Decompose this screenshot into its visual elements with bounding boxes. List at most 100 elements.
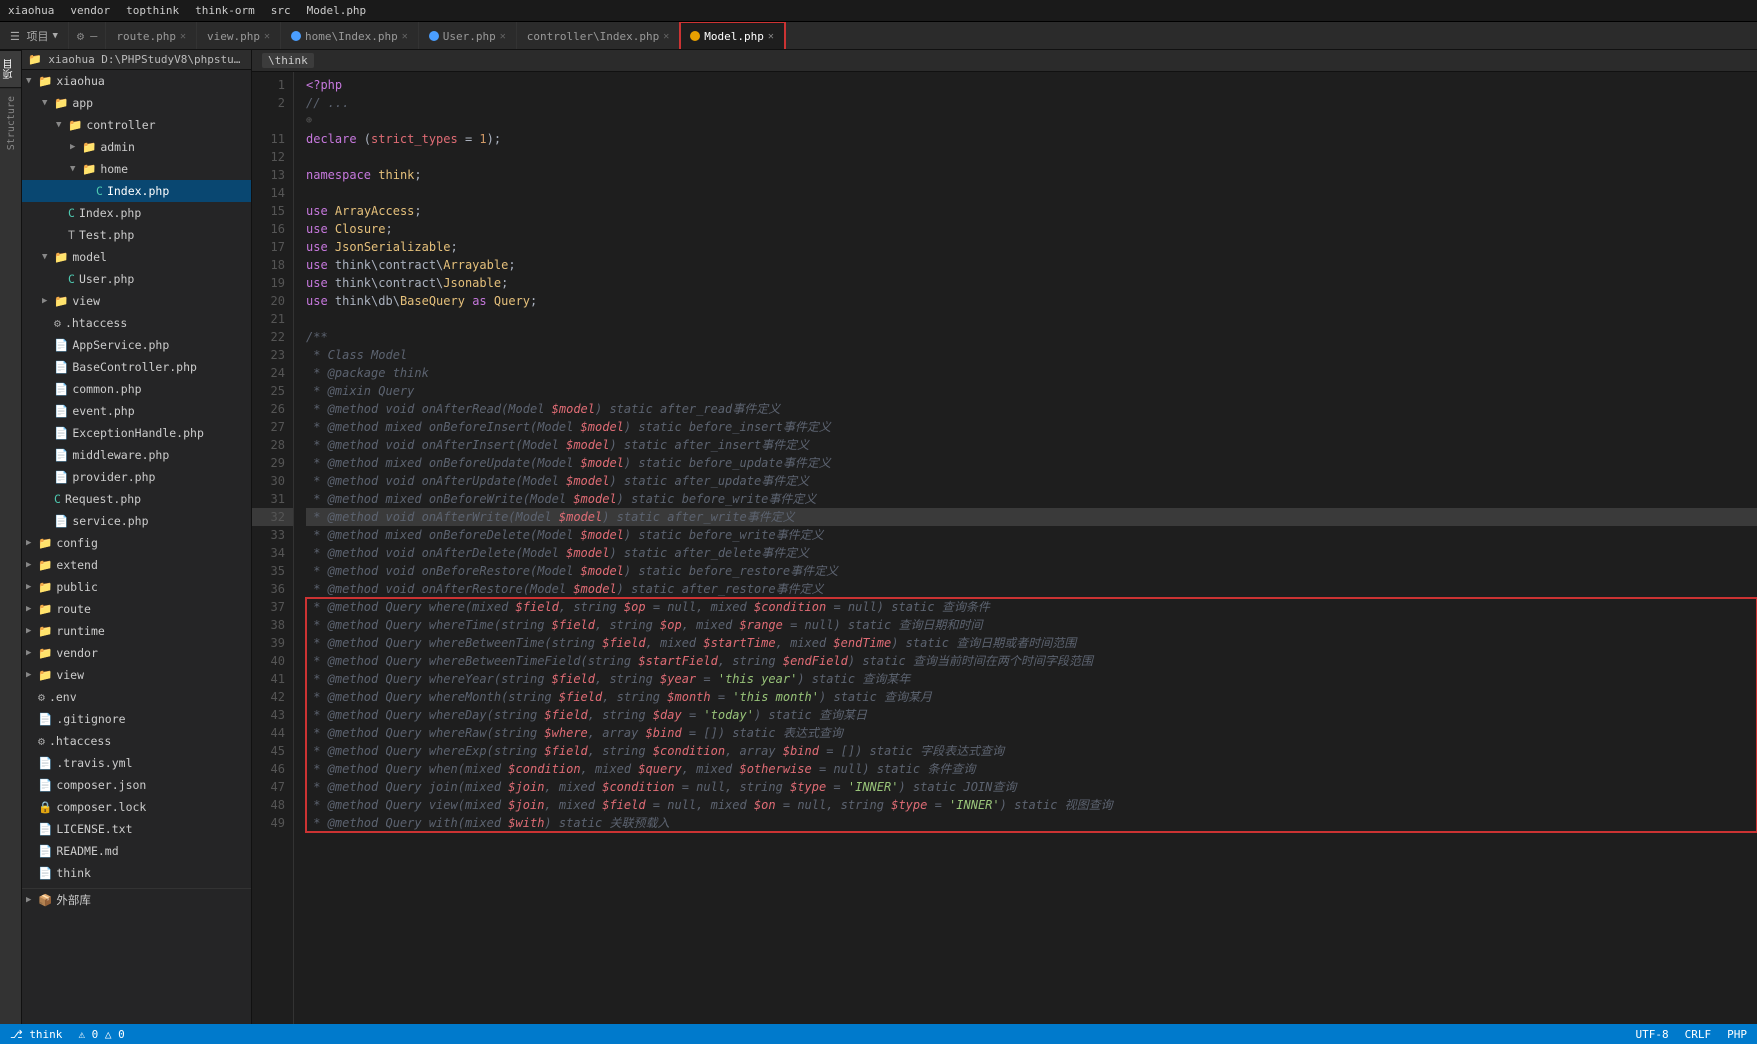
tab-user-icon — [429, 31, 439, 41]
code-line-36: * @method void onAfterRestore(Model $mod… — [306, 580, 1757, 598]
code-line-22: /** — [306, 328, 1757, 346]
tree-item-gitignore[interactable]: 📄 .gitignore — [22, 708, 251, 730]
code-line-29: * @method mixed onBeforeUpdate(Model $mo… — [306, 454, 1757, 472]
sidebar-tree: ▼ 📁 xiaohua ▼ 📁 app ▼ 📁 controller ▶ 📁 — [22, 70, 251, 1024]
topthink-menu[interactable]: topthink — [126, 4, 179, 17]
tree-item-app[interactable]: ▼ 📁 app — [22, 92, 251, 114]
tree-item-view[interactable]: ▶ 📁 view — [22, 290, 251, 312]
code-line-42: * @method Query whereMonth(string $field… — [306, 688, 1757, 706]
tree-item-config[interactable]: ▶ 📁 config — [22, 532, 251, 554]
tree-item-appservice[interactable]: 📄 AppService.php — [22, 334, 251, 356]
code-line-1: <?php — [306, 76, 1757, 94]
vtab-structure[interactable]: Structure — [0, 87, 21, 158]
tree-item-readme[interactable]: 📄 README.md — [22, 840, 251, 862]
tree-item-runtime[interactable]: ▶ 📁 runtime — [22, 620, 251, 642]
code-line-25: * @mixin Query — [306, 382, 1757, 400]
tab-controller-index-close[interactable]: ✕ — [663, 31, 669, 42]
tree-item-xiaohua[interactable]: ▼ 📁 xiaohua — [22, 70, 251, 92]
src-menu[interactable]: src — [271, 4, 291, 17]
tree-item-env[interactable]: ⚙ .env — [22, 686, 251, 708]
tree-item-index-php-selected[interactable]: C Index.php — [22, 180, 251, 202]
tree-item-route[interactable]: ▶ 📁 route — [22, 598, 251, 620]
tree-item-license[interactable]: 📄 LICENSE.txt — [22, 818, 251, 840]
tree-item-admin[interactable]: ▶ 📁 admin — [22, 136, 251, 158]
code-line-37: * @method Query where(mixed $field, stri… — [306, 598, 1757, 616]
tab-route-close[interactable]: ✕ — [180, 31, 186, 42]
tree-item-model[interactable]: ▼ 📁 model — [22, 246, 251, 268]
tab-user-close[interactable]: ✕ — [500, 31, 506, 42]
tab-controller-index[interactable]: controller\Index.php ✕ — [517, 22, 680, 50]
vendor-menu[interactable]: vendor — [70, 4, 110, 17]
status-errors: ⚠ 0 △ 0 — [78, 1028, 124, 1041]
code-line-49: * @method Query with(mixed $with) static… — [306, 814, 1757, 832]
tree-item-external[interactable]: ▶ 📦 外部库 — [22, 888, 251, 911]
tab-model-close[interactable]: ✕ — [768, 31, 774, 42]
code-area[interactable]: 1 2 ... 11 12 13 14 15 16 17 18 19 20 21… — [252, 72, 1757, 1024]
tree-item-composerlock[interactable]: 🔒 composer.lock — [22, 796, 251, 818]
code-line-43: * @method Query whereDay(string $field, … — [306, 706, 1757, 724]
tree-item-user-php[interactable]: C User.php — [22, 268, 251, 290]
editor: \think 1 2 ... 11 12 13 14 15 16 17 18 1 — [252, 50, 1757, 1024]
code-line-14 — [306, 184, 1757, 202]
status-encoding[interactable]: UTF-8 — [1636, 1028, 1669, 1041]
tab-model[interactable]: Model.php ✕ — [680, 22, 785, 50]
tree-item-index-php2[interactable]: C Index.php — [22, 202, 251, 224]
tab-controller-index-label: controller\Index.php — [527, 30, 659, 43]
tree-item-service[interactable]: 📄 service.php — [22, 510, 251, 532]
tree-item-composerjson[interactable]: 📄 composer.json — [22, 774, 251, 796]
code-line-30: * @method void onAfterUpdate(Model $mode… — [306, 472, 1757, 490]
tree-item-event[interactable]: 📄 event.php — [22, 400, 251, 422]
code-line-17: use JsonSerializable; — [306, 238, 1757, 256]
code-line-47: * @method Query join(mixed $join, mixed … — [306, 778, 1757, 796]
code-line-48: * @method Query view(mixed $join, mixed … — [306, 796, 1757, 814]
code-line-19: use think\contract\Jsonable; — [306, 274, 1757, 292]
tree-item-vendor[interactable]: ▶ 📁 vendor — [22, 642, 251, 664]
status-bar: ⎇ think ⚠ 0 △ 0 UTF-8 CRLF PHP — [0, 1024, 1757, 1044]
tree-item-htaccess[interactable]: ⚙ .htaccess — [22, 312, 251, 334]
tree-item-extend[interactable]: ▶ 📁 extend — [22, 554, 251, 576]
app-name: xiaohua — [8, 4, 54, 17]
tab-model-label: Model.php — [704, 30, 764, 43]
code-line-31: * @method mixed onBeforeWrite(Model $mod… — [306, 490, 1757, 508]
tree-item-think[interactable]: 📄 think — [22, 862, 251, 884]
code-line-28: * @method void onAfterInsert(Model $mode… — [306, 436, 1757, 454]
status-language[interactable]: PHP — [1727, 1028, 1747, 1041]
code-line-26: * @method void onAfterRead(Model $model)… — [306, 400, 1757, 418]
tree-item-test-php[interactable]: T Test.php — [22, 224, 251, 246]
tree-item-basecontroller[interactable]: 📄 BaseController.php — [22, 356, 251, 378]
code-line-45: * @method Query whereExp(string $field, … — [306, 742, 1757, 760]
tab-view[interactable]: view.php ✕ — [197, 22, 281, 50]
think-orm-menu[interactable]: think-orm — [195, 4, 255, 17]
tree-item-public[interactable]: ▶ 📁 public — [22, 576, 251, 598]
tab-view-close[interactable]: ✕ — [264, 31, 270, 42]
code-line-44: * @method Query whereRaw(string $where, … — [306, 724, 1757, 742]
tab-user-label: User.php — [443, 30, 496, 43]
tree-item-view-folder[interactable]: ▶ 📁 view — [22, 664, 251, 686]
tree-item-provider[interactable]: 📄 provider.php — [22, 466, 251, 488]
tree-item-request[interactable]: C Request.php — [22, 488, 251, 510]
tree-item-common[interactable]: 📄 common.php — [22, 378, 251, 400]
code-line-33: * @method mixed onBeforeDelete(Model $mo… — [306, 526, 1757, 544]
vtab-project[interactable]: 项目 — [0, 50, 21, 87]
breadcrumb: \think — [252, 50, 1757, 72]
tree-item-home[interactable]: ▼ 📁 home — [22, 158, 251, 180]
tree-item-exceptionhandle[interactable]: 📄 ExceptionHandle.php — [22, 422, 251, 444]
tree-item-middleware[interactable]: 📄 middleware.php — [22, 444, 251, 466]
tree-item-controller[interactable]: ▼ 📁 controller — [22, 114, 251, 136]
tab-home-index-close[interactable]: ✕ — [402, 31, 408, 42]
status-branch[interactable]: ⎇ think — [10, 1028, 62, 1041]
tab-user[interactable]: User.php ✕ — [419, 22, 517, 50]
code-line-13: namespace think; — [306, 166, 1757, 184]
status-lineending[interactable]: CRLF — [1685, 1028, 1712, 1041]
tree-item-htaccess2[interactable]: ⚙ .htaccess — [22, 730, 251, 752]
project-toggle[interactable]: ☰ 项目 ▼ — [0, 22, 69, 49]
tab-view-label: view.php — [207, 30, 260, 43]
breadcrumb-path: \think — [262, 53, 314, 68]
code-line-24: * @package think — [306, 364, 1757, 382]
highlighted-block: * @method Query where(mixed $field, stri… — [306, 598, 1757, 832]
code-content[interactable]: <?php // ... ⊕ declare (strict_types = 1… — [294, 72, 1757, 1024]
tab-home-index[interactable]: home\Index.php ✕ — [281, 22, 419, 50]
tab-route[interactable]: route.php ✕ — [106, 22, 197, 50]
code-line-27: * @method mixed onBeforeInsert(Model $mo… — [306, 418, 1757, 436]
tree-item-travis[interactable]: 📄 .travis.yml — [22, 752, 251, 774]
